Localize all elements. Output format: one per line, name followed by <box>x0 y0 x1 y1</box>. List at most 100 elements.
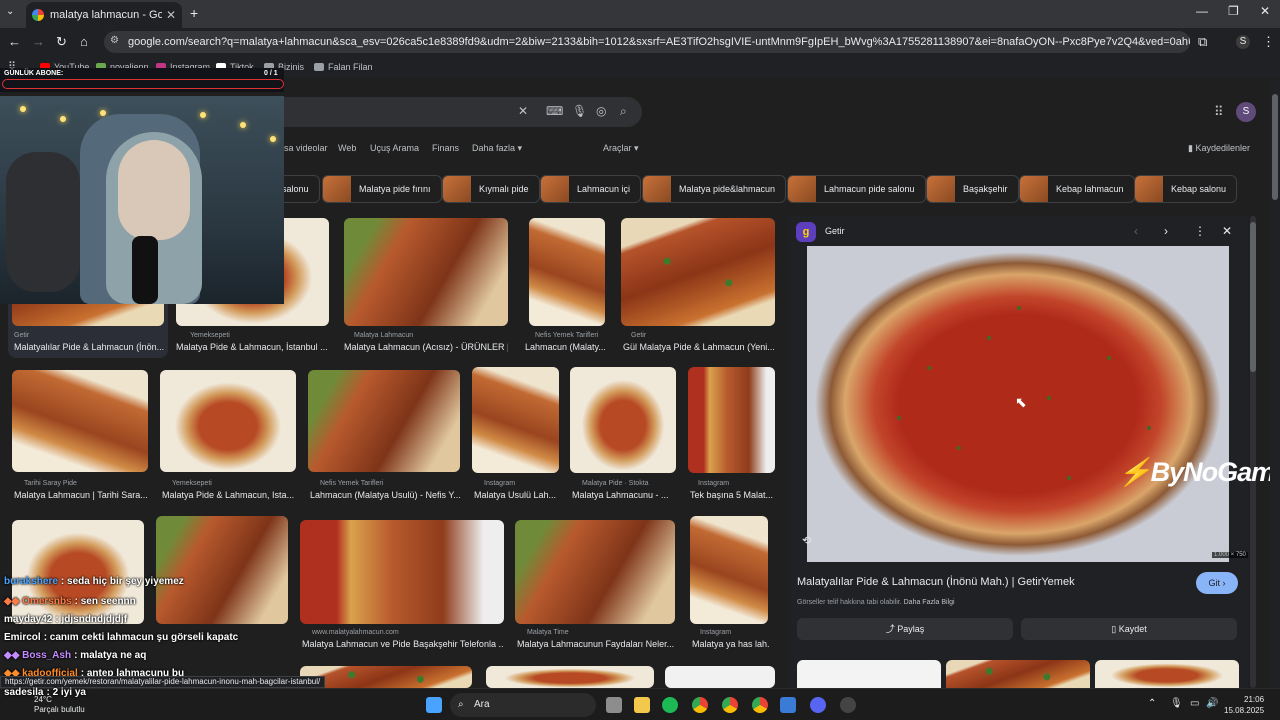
next-image-icon[interactable]: › <box>1164 224 1168 238</box>
mic-icon[interactable]: 🎙 <box>572 104 587 118</box>
preview-image[interactable]: ⬉ <box>807 246 1229 562</box>
result-title: Malatya Pide & Lahmacun, İstanbul ... <box>176 342 328 352</box>
image-result[interactable]: Malatya Time Malatya Lahmacunun Faydalar… <box>515 520 675 680</box>
extensions-icon[interactable]: ⧉ <box>1198 34 1207 50</box>
task-view-icon[interactable] <box>606 697 622 713</box>
image-result[interactable] <box>156 516 288 676</box>
profile-avatar[interactable]: S <box>1236 35 1250 49</box>
save-button[interactable]: ▯ Kaydet <box>1021 618 1237 640</box>
image-result[interactable] <box>300 666 472 688</box>
browser-tab[interactable]: malatya lahmacun - Google'da A ✕ <box>26 2 182 28</box>
result-image <box>665 666 775 688</box>
chrome-icon[interactable] <box>692 697 708 713</box>
chip-kiymali-pide[interactable]: Kıymalı pide <box>442 175 540 203</box>
parsley-speck <box>1017 306 1021 310</box>
image-result[interactable]: Getir Gül Malatya Pide & Lahmacun (Yeni.… <box>621 218 775 358</box>
home-icon[interactable]: ⌂ <box>80 34 88 49</box>
image-result[interactable]: Nefis Yemek Tarifleri Lahmacun (Malatya … <box>308 370 460 510</box>
chip-kebap-lahmacun[interactable]: Kebap lahmacun <box>1019 175 1135 203</box>
learn-more-link[interactable]: Daha Fazla Bilgi <box>904 599 955 606</box>
tab-flights[interactable]: Uçuş Arama <box>370 143 419 153</box>
chip-basaksehir[interactable]: Başakşehir <box>926 175 1019 203</box>
google-apps-icon[interactable]: ⠿ <box>1214 104 1224 120</box>
mic-tray-icon[interactable]: 🎙 <box>1170 698 1183 709</box>
parsley-speck <box>1047 396 1051 400</box>
image-result[interactable]: Malatya Lahmacun Malatya Lahmacun (Acısı… <box>344 218 508 358</box>
chip-malatya-pide-firini[interactable]: Malatya pide fırını <box>322 175 442 203</box>
lens-icon[interactable]: ◎ <box>596 104 606 118</box>
chip-lahmacun-pide-salonu[interactable]: Lahmacun pide salonu <box>787 175 926 203</box>
webcam-feed <box>0 96 284 304</box>
lens-search-icon[interactable]: ⟲ <box>802 534 811 547</box>
image-result[interactable]: www.malatyalahmacun.com Malatya Lahmacun… <box>300 520 504 680</box>
back-icon[interactable]: ← <box>8 34 21 49</box>
clear-search-icon[interactable]: ✕ <box>518 104 528 118</box>
bookmark-falan-filan[interactable]: Falan Filan <box>314 62 373 72</box>
minimize-icon[interactable]: — <box>1196 4 1208 18</box>
file-explorer-icon[interactable] <box>634 697 650 713</box>
start-icon[interactable] <box>426 697 442 713</box>
related-image[interactable] <box>1095 660 1239 688</box>
scroll-thumb[interactable] <box>1250 222 1256 372</box>
search-icon[interactable]: ⌕ <box>620 104 627 119</box>
image-result[interactable]: Yemeksepeti Malatya Pide & Lahmacun, Ist… <box>160 370 296 510</box>
image-result[interactable]: Instagram Tek başına 5 Malat... <box>688 367 775 507</box>
image-result[interactable]: Tarihi Saray Pide Malatya Lahmacun | Tar… <box>12 370 148 510</box>
google-account-avatar[interactable]: S <box>1236 102 1256 122</box>
preview-title[interactable]: Malatyalılar Pide & Lahmacun (İnönü Mah.… <box>797 576 1075 588</box>
spotify-icon[interactable] <box>662 697 678 713</box>
preview-site-name[interactable]: Getir <box>825 226 845 236</box>
chrome-active-icon[interactable] <box>752 697 768 713</box>
volume-icon[interactable]: 🔊 <box>1206 698 1218 709</box>
close-preview-icon[interactable]: ✕ <box>1222 224 1232 238</box>
address-bar[interactable]: google.com/search?q=malatya+lahmacun&sca… <box>104 31 1190 53</box>
image-result[interactable]: Malatya Pide · Stokta Malatya Lahmacunu … <box>570 367 676 507</box>
tab-finance[interactable]: Finans <box>432 143 459 153</box>
more-options-icon[interactable]: ⋮ <box>1194 224 1206 238</box>
chip-lahmacun-ici[interactable]: Lahmacun içi <box>540 175 642 203</box>
saved-button[interactable]: ▮ Kaydedilenler <box>1188 143 1250 154</box>
discord-icon[interactable] <box>810 697 826 713</box>
image-result[interactable]: Instagram Malatya Usulü Lah... <box>472 367 559 507</box>
obs-icon[interactable] <box>840 697 856 713</box>
display-tray-icon[interactable]: ▭ <box>1190 698 1199 709</box>
close-tab-icon[interactable]: ✕ <box>166 8 176 22</box>
menu-icon[interactable]: ⋮ <box>1262 34 1275 50</box>
fairy-light <box>270 136 276 142</box>
image-result[interactable]: Instagram Malatya ya has lah... <box>690 516 770 676</box>
tab-web[interactable]: Web <box>338 143 356 153</box>
tab-search-button[interactable]: ⌄ <box>6 6 14 17</box>
image-result[interactable] <box>665 666 775 688</box>
chrome-profile-icon[interactable] <box>722 697 738 713</box>
chip-kebap-salonu[interactable]: Kebap salonu <box>1134 175 1238 203</box>
weather-widget[interactable]: 24°C Parçalı bulutlu <box>34 695 85 715</box>
tray-overflow-icon[interactable]: ⌃ <box>1148 698 1156 709</box>
image-result[interactable]: Nefis Yemek Tarifleri Lahmacun (Malaty..… <box>525 218 605 358</box>
parsley-speck <box>957 446 961 450</box>
new-tab-button[interactable]: + <box>190 5 198 21</box>
restore-icon[interactable]: ❐ <box>1228 4 1239 18</box>
tab-videos[interactable]: sa videolar <box>284 143 328 153</box>
tab-more[interactable]: Daha fazla ▾ <box>472 143 522 154</box>
page-scrollbar[interactable] <box>1270 80 1280 688</box>
app-icon[interactable] <box>780 697 796 713</box>
system-clock[interactable]: 21:06 15.08.2025 <box>1224 694 1264 716</box>
chip-malatya-pide-lahmacun[interactable]: Malatya pide&lahmacun <box>642 175 787 203</box>
image-result[interactable] <box>486 666 654 688</box>
result-image <box>160 370 296 472</box>
previous-image-icon[interactable]: ‹ <box>1134 224 1138 238</box>
site-info-icon[interactable]: ⚙ <box>110 35 119 46</box>
taskbar-search[interactable]: ⌕ Ara <box>450 693 596 717</box>
scroll-thumb[interactable] <box>1272 94 1278 200</box>
preview-scrollbar[interactable] <box>1250 216 1256 688</box>
keyboard-icon[interactable]: ⌨ <box>546 104 563 118</box>
forward-icon[interactable]: → <box>32 34 45 49</box>
related-image[interactable] <box>946 660 1090 688</box>
visit-button[interactable]: Git › <box>1196 572 1238 594</box>
chip-thumbnail <box>443 176 471 202</box>
share-button[interactable]: ⤴ Paylaş <box>797 618 1013 640</box>
reload-icon[interactable]: ↻ <box>56 34 67 50</box>
close-window-icon[interactable]: ✕ <box>1260 4 1270 18</box>
related-image[interactable] <box>797 660 941 688</box>
tools-button[interactable]: Araçlar ▾ <box>603 143 639 154</box>
